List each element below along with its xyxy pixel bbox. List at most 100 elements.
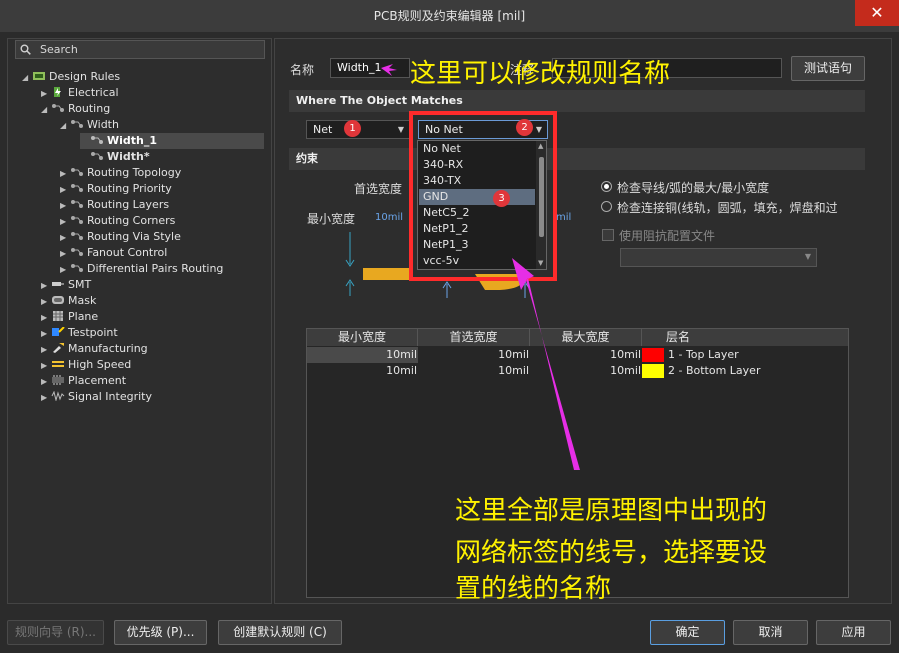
window-title: PCB规则及约束编辑器 [mil] (373, 9, 526, 23)
priorities-button[interactable]: 优先级 (P)... (114, 620, 207, 645)
collapse-arrow-icon[interactable]: ▶ (41, 342, 51, 358)
collapse-arrow-icon[interactable]: ▶ (41, 326, 51, 342)
collapse-arrow-icon[interactable]: ▶ (41, 310, 51, 326)
collapse-arrow-icon[interactable]: ▶ (60, 262, 70, 278)
table-cell-pref[interactable]: 10mil (418, 347, 529, 363)
impedance-profile-select[interactable]: ▼ (620, 248, 817, 267)
tree-item-mask[interactable]: ▶ Mask (41, 293, 96, 309)
column-header-min-width[interactable]: 最小宽度 (307, 329, 418, 346)
impedance-profile-label: 使用阻抗配置文件 (619, 229, 716, 243)
annotation-net-line2: 网络标签的线号，选择要设 (455, 538, 768, 568)
step-badge-3: 3 (493, 190, 510, 207)
width-rule-icon (91, 136, 103, 144)
tree-item-plane[interactable]: ▶ Plane (41, 309, 98, 325)
routing-icon (71, 200, 83, 208)
collapse-arrow-icon[interactable]: ▶ (60, 166, 70, 182)
test-query-button[interactable]: 测试语句 (791, 56, 865, 81)
check-track-width-radio[interactable] (601, 181, 612, 192)
tree-item-manufacturing[interactable]: ▶ Manufacturing (41, 341, 148, 357)
table-cell-min[interactable]: 10mil (307, 347, 417, 363)
rule-name-input[interactable]: Width_1 (330, 58, 410, 78)
expand-arrow-icon[interactable]: ◢ (22, 70, 32, 86)
tree-item-electrical[interactable]: ▶ Electrical (41, 85, 119, 101)
collapse-arrow-icon[interactable]: ▶ (41, 358, 51, 374)
collapse-arrow-icon[interactable]: ▶ (41, 374, 51, 390)
collapse-arrow-icon[interactable]: ▶ (41, 86, 51, 102)
annotation-rule-name: 这里可以修改规则名称 (410, 59, 671, 89)
plane-icon (53, 311, 63, 321)
column-header-layer-name[interactable]: 层名 (642, 329, 848, 346)
smt-icon (52, 282, 64, 286)
highlight-frame (409, 111, 557, 281)
routing-icon (71, 264, 83, 272)
cancel-button[interactable]: 取消 (733, 620, 808, 645)
collapse-arrow-icon[interactable]: ▶ (60, 230, 70, 246)
expand-arrow-icon[interactable]: ◢ (41, 102, 51, 118)
search-input[interactable]: Search (40, 43, 78, 56)
table-cell-layer[interactable]: 2 - Bottom Layer (668, 363, 760, 379)
annotation-net-line3: 置的线的名称 (455, 574, 612, 604)
routing-icon (71, 248, 83, 256)
collapse-arrow-icon[interactable]: ▶ (60, 214, 70, 230)
tree-item-differential-pairs[interactable]: ▶ Differential Pairs Routing (60, 261, 223, 277)
chevron-down-icon: ▼ (804, 252, 811, 261)
width-rule-icon (91, 152, 103, 160)
tree-item-routing-via-style[interactable]: ▶ Routing Via Style (60, 229, 181, 245)
expand-arrow-icon[interactable]: ◢ (60, 118, 70, 134)
min-width-label: 最小宽度 (307, 212, 356, 226)
collapse-arrow-icon[interactable]: ▶ (60, 198, 70, 214)
search-box[interactable]: Search (15, 40, 265, 59)
ok-button[interactable]: 确定 (650, 620, 725, 645)
tree-item-smt[interactable]: ▶ SMT (41, 277, 91, 293)
create-default-rules-button[interactable]: 创建默认规则 (C) (218, 620, 342, 645)
step-badge-1: 1 (344, 120, 361, 137)
width-rule-icon (71, 120, 83, 128)
tree-item-placement[interactable]: ▶ Placement (41, 373, 126, 389)
routing-icon (71, 232, 83, 240)
where-section-header: Where The Object Matches (289, 90, 865, 112)
tree-item-routing-layers[interactable]: ▶ Routing Layers (60, 197, 169, 213)
collapse-arrow-icon[interactable]: ▶ (41, 294, 51, 310)
tree-item-routing-topology[interactable]: ▶ Routing Topology (60, 165, 181, 181)
max-width-value[interactable]: mil (556, 212, 571, 223)
tree-item-width-star[interactable]: Width* (80, 149, 150, 165)
tree-item-routing-priority[interactable]: ▶ Routing Priority (60, 181, 172, 197)
tree-item-design-rules[interactable]: ◢ Design Rules (22, 69, 120, 85)
tree-item-routing[interactable]: ◢ Routing (41, 101, 110, 117)
table-cell-min[interactable]: 10mil (307, 363, 417, 379)
tree-item-fanout-control[interactable]: ▶ Fanout Control (60, 245, 167, 261)
annotation-net-line1: 这里全部是原理图中出现的 (455, 496, 768, 526)
table-cell-max[interactable]: 10mil (530, 347, 641, 363)
collapse-arrow-icon[interactable]: ▶ (60, 182, 70, 198)
column-header-max-width[interactable]: 最大宽度 (530, 329, 642, 346)
check-track-width-label: 检查导线/弧的最大/最小宽度 (617, 181, 770, 195)
table-cell-layer[interactable]: 1 - Top Layer (668, 347, 739, 363)
column-header-preferred-width[interactable]: 首选宽度 (418, 329, 530, 346)
placement-icon (52, 375, 64, 385)
check-copper-radio[interactable] (601, 201, 612, 212)
rule-wizard-button[interactable]: 规则向导 (R)... (7, 620, 104, 645)
collapse-arrow-icon[interactable]: ▶ (41, 390, 51, 406)
min-width-value[interactable]: 10mil (375, 212, 403, 223)
tree-item-routing-corners[interactable]: ▶ Routing Corners (60, 213, 175, 229)
table-cell-max[interactable]: 10mil (530, 363, 641, 379)
testpoint-icon (52, 327, 65, 336)
routing-icon (71, 168, 83, 176)
manufacturing-icon (53, 343, 64, 353)
tree-item-high-speed[interactable]: ▶ High Speed (41, 357, 131, 373)
chevron-down-icon: ▼ (397, 125, 404, 134)
routing-icon (52, 104, 64, 112)
tree-item-width-1[interactable]: Width_1 (80, 133, 264, 149)
tree-item-testpoint[interactable]: ▶ Testpoint (41, 325, 118, 341)
collapse-arrow-icon[interactable]: ▶ (41, 278, 51, 294)
tree-item-width[interactable]: ◢ Width (60, 117, 119, 133)
collapse-arrow-icon[interactable]: ▶ (60, 246, 70, 262)
high-speed-icon (52, 361, 64, 367)
preferred-width-label: 首选宽度 (354, 182, 403, 196)
routing-icon (71, 216, 83, 224)
impedance-profile-checkbox[interactable] (602, 229, 614, 241)
apply-button[interactable]: 应用 (816, 620, 891, 645)
table-cell-pref[interactable]: 10mil (418, 363, 529, 379)
close-button[interactable]: ✕ (855, 0, 899, 26)
tree-item-signal-integrity[interactable]: ▶ Signal Integrity (41, 389, 152, 405)
